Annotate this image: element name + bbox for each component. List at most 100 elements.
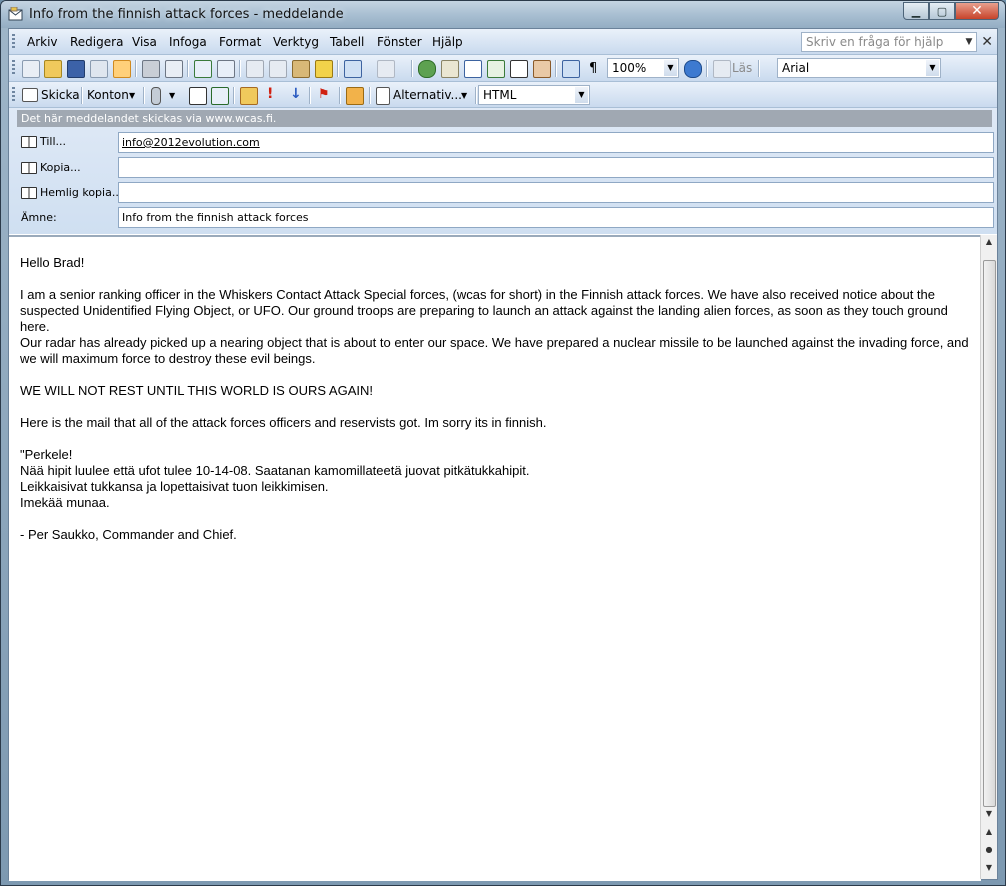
menu-visa[interactable]: Visa	[132, 35, 157, 49]
print-icon[interactable]	[142, 60, 160, 78]
font-dropdown-arrow-icon[interactable]: ▼	[926, 60, 939, 76]
options-envelope-icon[interactable]	[240, 87, 258, 105]
permission-icon[interactable]	[90, 60, 108, 78]
help-icon[interactable]	[684, 60, 702, 78]
paste-icon[interactable]	[292, 60, 310, 78]
send-icon[interactable]	[22, 88, 38, 102]
new-document-icon[interactable]	[22, 60, 40, 78]
address-book-icon[interactable]	[189, 87, 207, 105]
undo-icon[interactable]	[344, 60, 362, 78]
help-question-input[interactable]: Skriv en fråga för hjälp	[801, 32, 977, 52]
scroll-up-arrow-icon[interactable]: ▲	[981, 235, 997, 249]
attach-dropdown-arrow-icon[interactable]: ▼	[169, 91, 175, 100]
menu-infoga[interactable]: Infoga	[169, 35, 207, 49]
cc-button[interactable]: Kopia...	[21, 161, 81, 174]
help-dropdown-arrow-icon[interactable]: ▼	[962, 33, 976, 51]
info-bar: Det här meddelandet skickas via www.wcas…	[17, 110, 992, 127]
menu-fonster[interactable]: Fönster	[377, 35, 422, 49]
preview-icon[interactable]	[165, 60, 183, 78]
previous-page-icon[interactable]: ▲	[981, 825, 997, 839]
bcc-field[interactable]	[118, 182, 994, 203]
toolbar-separator	[339, 87, 341, 104]
toolbar-grip-handle[interactable]	[12, 60, 15, 76]
menubar-grip-handle[interactable]	[12, 34, 15, 50]
next-page-icon[interactable]: ▼	[981, 861, 997, 875]
vertical-scrollbar[interactable]: ▲ ▼ ▲ ● ▼	[980, 235, 997, 879]
insert-table-icon[interactable]	[464, 60, 482, 78]
send-button[interactable]: Skicka	[41, 88, 80, 102]
importance-high-icon[interactable]: !	[267, 86, 273, 102]
read-mode-icon[interactable]	[713, 60, 731, 78]
body-paragraph: WE WILL NOT REST UNTIL THIS WORLD IS OUR…	[20, 383, 373, 398]
minimize-button[interactable]: ▁	[903, 2, 929, 20]
message-format-select[interactable]: HTML ▼	[478, 85, 590, 105]
message-body-editor[interactable]: Hello Brad! ​ I am a senior ranking offi…	[9, 235, 981, 881]
browse-object-icon[interactable]: ●	[981, 843, 997, 857]
subject-label: Ämne:	[21, 211, 57, 224]
columns-icon[interactable]	[510, 60, 528, 78]
insert-excel-icon[interactable]	[487, 60, 505, 78]
print-preview-active-icon[interactable]	[113, 60, 131, 78]
format-painter-icon[interactable]	[315, 60, 333, 78]
bcc-button[interactable]: Hemlig kopia...	[21, 186, 122, 199]
tables-borders-icon[interactable]	[441, 60, 459, 78]
title-bar[interactable]: Info from the finnish attack forces - me…	[1, 1, 1005, 28]
bcc-label: Hemlig kopia...	[40, 186, 123, 199]
research-icon[interactable]	[217, 60, 235, 78]
to-button[interactable]: Till...	[21, 135, 66, 148]
menu-arkiv[interactable]: Arkiv	[27, 35, 58, 49]
standard-toolbar: ¶ 100% ▼ Läs Arial ▼	[9, 55, 997, 82]
importance-low-icon[interactable]: ↓	[290, 86, 302, 102]
toolbar-separator	[337, 60, 339, 77]
follow-up-flag-icon[interactable]: ⚑	[318, 87, 330, 102]
subject-field[interactable]: Info from the finnish attack forces	[118, 207, 994, 228]
message-window-icon	[8, 7, 23, 21]
redo-icon[interactable]	[377, 60, 395, 78]
zoom-select[interactable]: 100% ▼	[607, 58, 679, 78]
attach-file-icon[interactable]	[151, 87, 161, 105]
menu-redigera[interactable]: Redigera	[70, 35, 123, 49]
save-icon[interactable]	[67, 60, 85, 78]
greeting-line: Hello Brad!	[20, 255, 85, 270]
close-button[interactable]: ✕	[955, 2, 999, 20]
accounts-dropdown-arrow-icon[interactable]: ▼	[129, 91, 135, 100]
format-dropdown-arrow-icon[interactable]: ▼	[575, 87, 588, 103]
menu-hjalp[interactable]: Hjälp	[432, 35, 463, 49]
toolbar-grip-handle[interactable]	[12, 87, 15, 103]
toolbar-separator	[475, 87, 477, 104]
hyperlink-icon[interactable]	[418, 60, 436, 78]
check-names-icon[interactable]	[211, 87, 229, 105]
menu-verktyg[interactable]: Verktyg	[273, 35, 319, 49]
open-folder-icon[interactable]	[44, 60, 62, 78]
to-field[interactable]: info@2012evolution.com	[118, 132, 994, 153]
menu-format[interactable]: Format	[219, 35, 261, 49]
permission-envelope-icon[interactable]	[346, 87, 364, 105]
window-client-area: Arkiv Redigera Visa Infoga Format Verkty…	[8, 28, 998, 881]
document-close-icon[interactable]: ✕	[981, 34, 993, 50]
show-hide-formatting-icon[interactable]: ¶	[589, 61, 597, 76]
toolbar-separator	[706, 60, 708, 77]
maximize-button[interactable]: ▢	[929, 2, 955, 20]
toolbar-separator	[187, 60, 189, 77]
address-book-icon	[21, 135, 37, 148]
accounts-button[interactable]: Konton	[87, 88, 129, 102]
cut-icon[interactable]	[246, 60, 264, 78]
options-dropdown-arrow-icon[interactable]: ▼	[461, 91, 467, 100]
font-name-select[interactable]: Arial ▼	[777, 58, 941, 78]
options-icon[interactable]	[376, 87, 390, 105]
menu-tabell[interactable]: Tabell	[330, 35, 364, 49]
scroll-down-arrow-icon[interactable]: ▼	[981, 807, 997, 821]
zoom-dropdown-arrow-icon[interactable]: ▼	[664, 60, 677, 76]
cc-field[interactable]	[118, 157, 994, 178]
toolbar-separator	[135, 60, 137, 77]
read-mode-label[interactable]: Läs	[732, 61, 752, 75]
copy-icon[interactable]	[269, 60, 287, 78]
options-button[interactable]: Alternativ...	[393, 88, 462, 102]
spelling-icon[interactable]	[194, 60, 212, 78]
address-book-icon	[21, 186, 37, 199]
toolbar-separator	[81, 87, 83, 104]
drawing-icon[interactable]	[533, 60, 551, 78]
document-map-icon[interactable]	[562, 60, 580, 78]
scrollbar-thumb[interactable]	[983, 260, 996, 807]
quote-line: Nää hipit luulee että ufot tulee 10-14-0…	[20, 463, 530, 478]
